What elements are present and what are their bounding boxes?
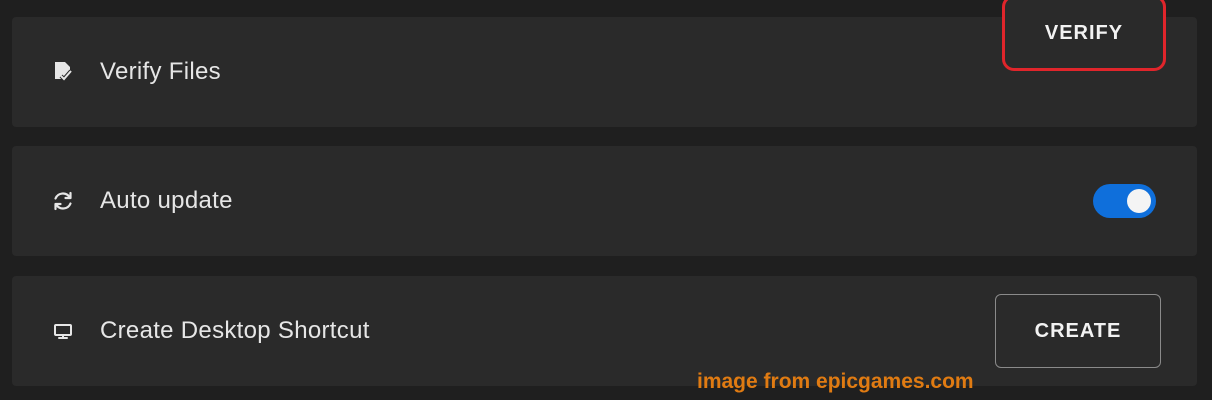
auto-update-toggle[interactable] (1093, 184, 1156, 218)
verify-button[interactable]: VERIFY (1002, 0, 1166, 71)
monitor-icon (52, 320, 74, 342)
auto-update-label: Auto update (100, 187, 233, 214)
settings-page: Verify Files Auto update Create Desktop … (0, 0, 1212, 400)
create-shortcut-button[interactable]: CREATE (995, 294, 1161, 368)
create-shortcut-label: Create Desktop Shortcut (100, 317, 370, 344)
toggle-knob (1127, 189, 1151, 213)
source-watermark: image from epicgames.com (697, 370, 974, 393)
file-check-icon (52, 61, 74, 83)
setting-row-auto-update: Auto update (12, 146, 1197, 256)
refresh-icon (52, 190, 74, 212)
verify-files-label: Verify Files (100, 58, 221, 85)
